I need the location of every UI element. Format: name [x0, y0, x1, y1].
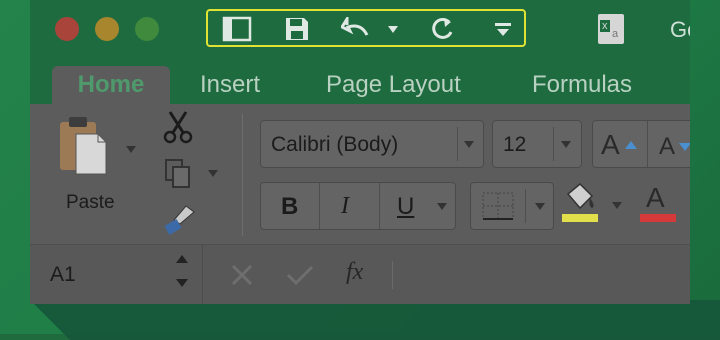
- excel-window: x a GoSl Home Insert Page Layout Formula…: [30, 0, 690, 304]
- separator: [647, 121, 648, 167]
- separator: [379, 183, 380, 229]
- undo-icon[interactable]: [340, 15, 374, 43]
- sidebar-icon[interactable]: [220, 15, 254, 43]
- excel-document-icon: x a: [598, 14, 624, 44]
- copy-dropdown-icon[interactable]: [208, 170, 218, 177]
- shrink-font-button[interactable]: A: [659, 133, 675, 161]
- font-color-button[interactable]: A: [638, 180, 678, 226]
- cancel-icon[interactable]: [230, 263, 254, 292]
- close-window-button[interactable]: [55, 17, 79, 41]
- font-name-value: Calibri (Body): [271, 133, 399, 156]
- name-box-up-arrow-icon[interactable]: [176, 255, 188, 263]
- separator: [553, 127, 554, 161]
- cut-icon[interactable]: [162, 110, 194, 144]
- font-grow-shrink-group: A A: [592, 120, 690, 168]
- tab-page-layout[interactable]: Page Layout: [326, 66, 461, 104]
- grow-font-button[interactable]: A: [601, 129, 620, 161]
- font-style-group: B I U: [260, 182, 456, 230]
- minimize-window-button[interactable]: [95, 17, 119, 41]
- underline-dropdown-icon[interactable]: [437, 203, 447, 210]
- copy-icon[interactable]: [164, 158, 194, 190]
- decrease-arrow-icon: [679, 143, 690, 151]
- chevron-down-icon: [561, 141, 571, 148]
- italic-button[interactable]: I: [341, 193, 349, 220]
- separator: [525, 189, 526, 223]
- separator: [457, 127, 458, 161]
- separator: [242, 114, 243, 236]
- clipboard-icon: [60, 117, 107, 175]
- quick-access-toolbar: [206, 9, 526, 47]
- paste-options-dropdown-icon[interactable]: [126, 146, 136, 153]
- separator: [319, 183, 320, 229]
- paint-bucket-icon: [566, 182, 594, 210]
- chevron-down-icon: [464, 141, 474, 148]
- font-size-value: 12: [503, 133, 527, 156]
- increase-arrow-icon: [625, 141, 637, 149]
- borders-dropdown[interactable]: [470, 182, 554, 230]
- fill-color-swatch: [562, 214, 598, 222]
- home-ribbon: Paste Calibri (Body) 12 A A B I U A: [30, 104, 690, 244]
- font-name-dropdown[interactable]: Calibri (Body): [260, 120, 484, 168]
- format-painter-icon[interactable]: [162, 204, 196, 236]
- customize-toolbar-icon[interactable]: [492, 15, 514, 43]
- name-box[interactable]: A1: [50, 263, 76, 287]
- insert-function-button[interactable]: fx: [346, 259, 363, 286]
- name-box-down-arrow-icon[interactable]: [176, 279, 188, 287]
- font-size-dropdown[interactable]: 12: [492, 120, 582, 168]
- borders-icon: [482, 192, 514, 220]
- fill-color-button[interactable]: [560, 180, 600, 226]
- paste-label: Paste: [66, 192, 115, 213]
- tab-home[interactable]: Home: [52, 66, 170, 104]
- bold-button[interactable]: B: [281, 193, 298, 221]
- fill-color-dropdown-icon[interactable]: [612, 202, 622, 209]
- tab-insert[interactable]: Insert: [200, 66, 260, 104]
- formula-bar: A1 fx: [30, 244, 690, 304]
- underline-button[interactable]: U: [397, 193, 414, 221]
- paste-button[interactable]: [56, 114, 110, 176]
- save-icon[interactable]: [282, 15, 312, 43]
- enter-check-icon[interactable]: [286, 263, 314, 292]
- zoom-window-button[interactable]: [135, 17, 159, 41]
- font-color-glyph: A: [646, 182, 665, 213]
- redo-icon[interactable]: [428, 15, 458, 43]
- ribbon-tab-bar: Home Insert Page Layout Formulas: [30, 60, 690, 104]
- undo-dropdown-icon[interactable]: [386, 15, 400, 43]
- chevron-down-icon: [535, 203, 545, 210]
- title-bar: x a GoSl: [30, 0, 690, 60]
- tab-formulas[interactable]: Formulas: [532, 66, 632, 104]
- separator: [202, 245, 203, 304]
- window-shadow: [30, 300, 720, 340]
- separator: [392, 261, 393, 289]
- document-title: GoSl: [670, 17, 690, 42]
- font-color-swatch: [640, 214, 676, 222]
